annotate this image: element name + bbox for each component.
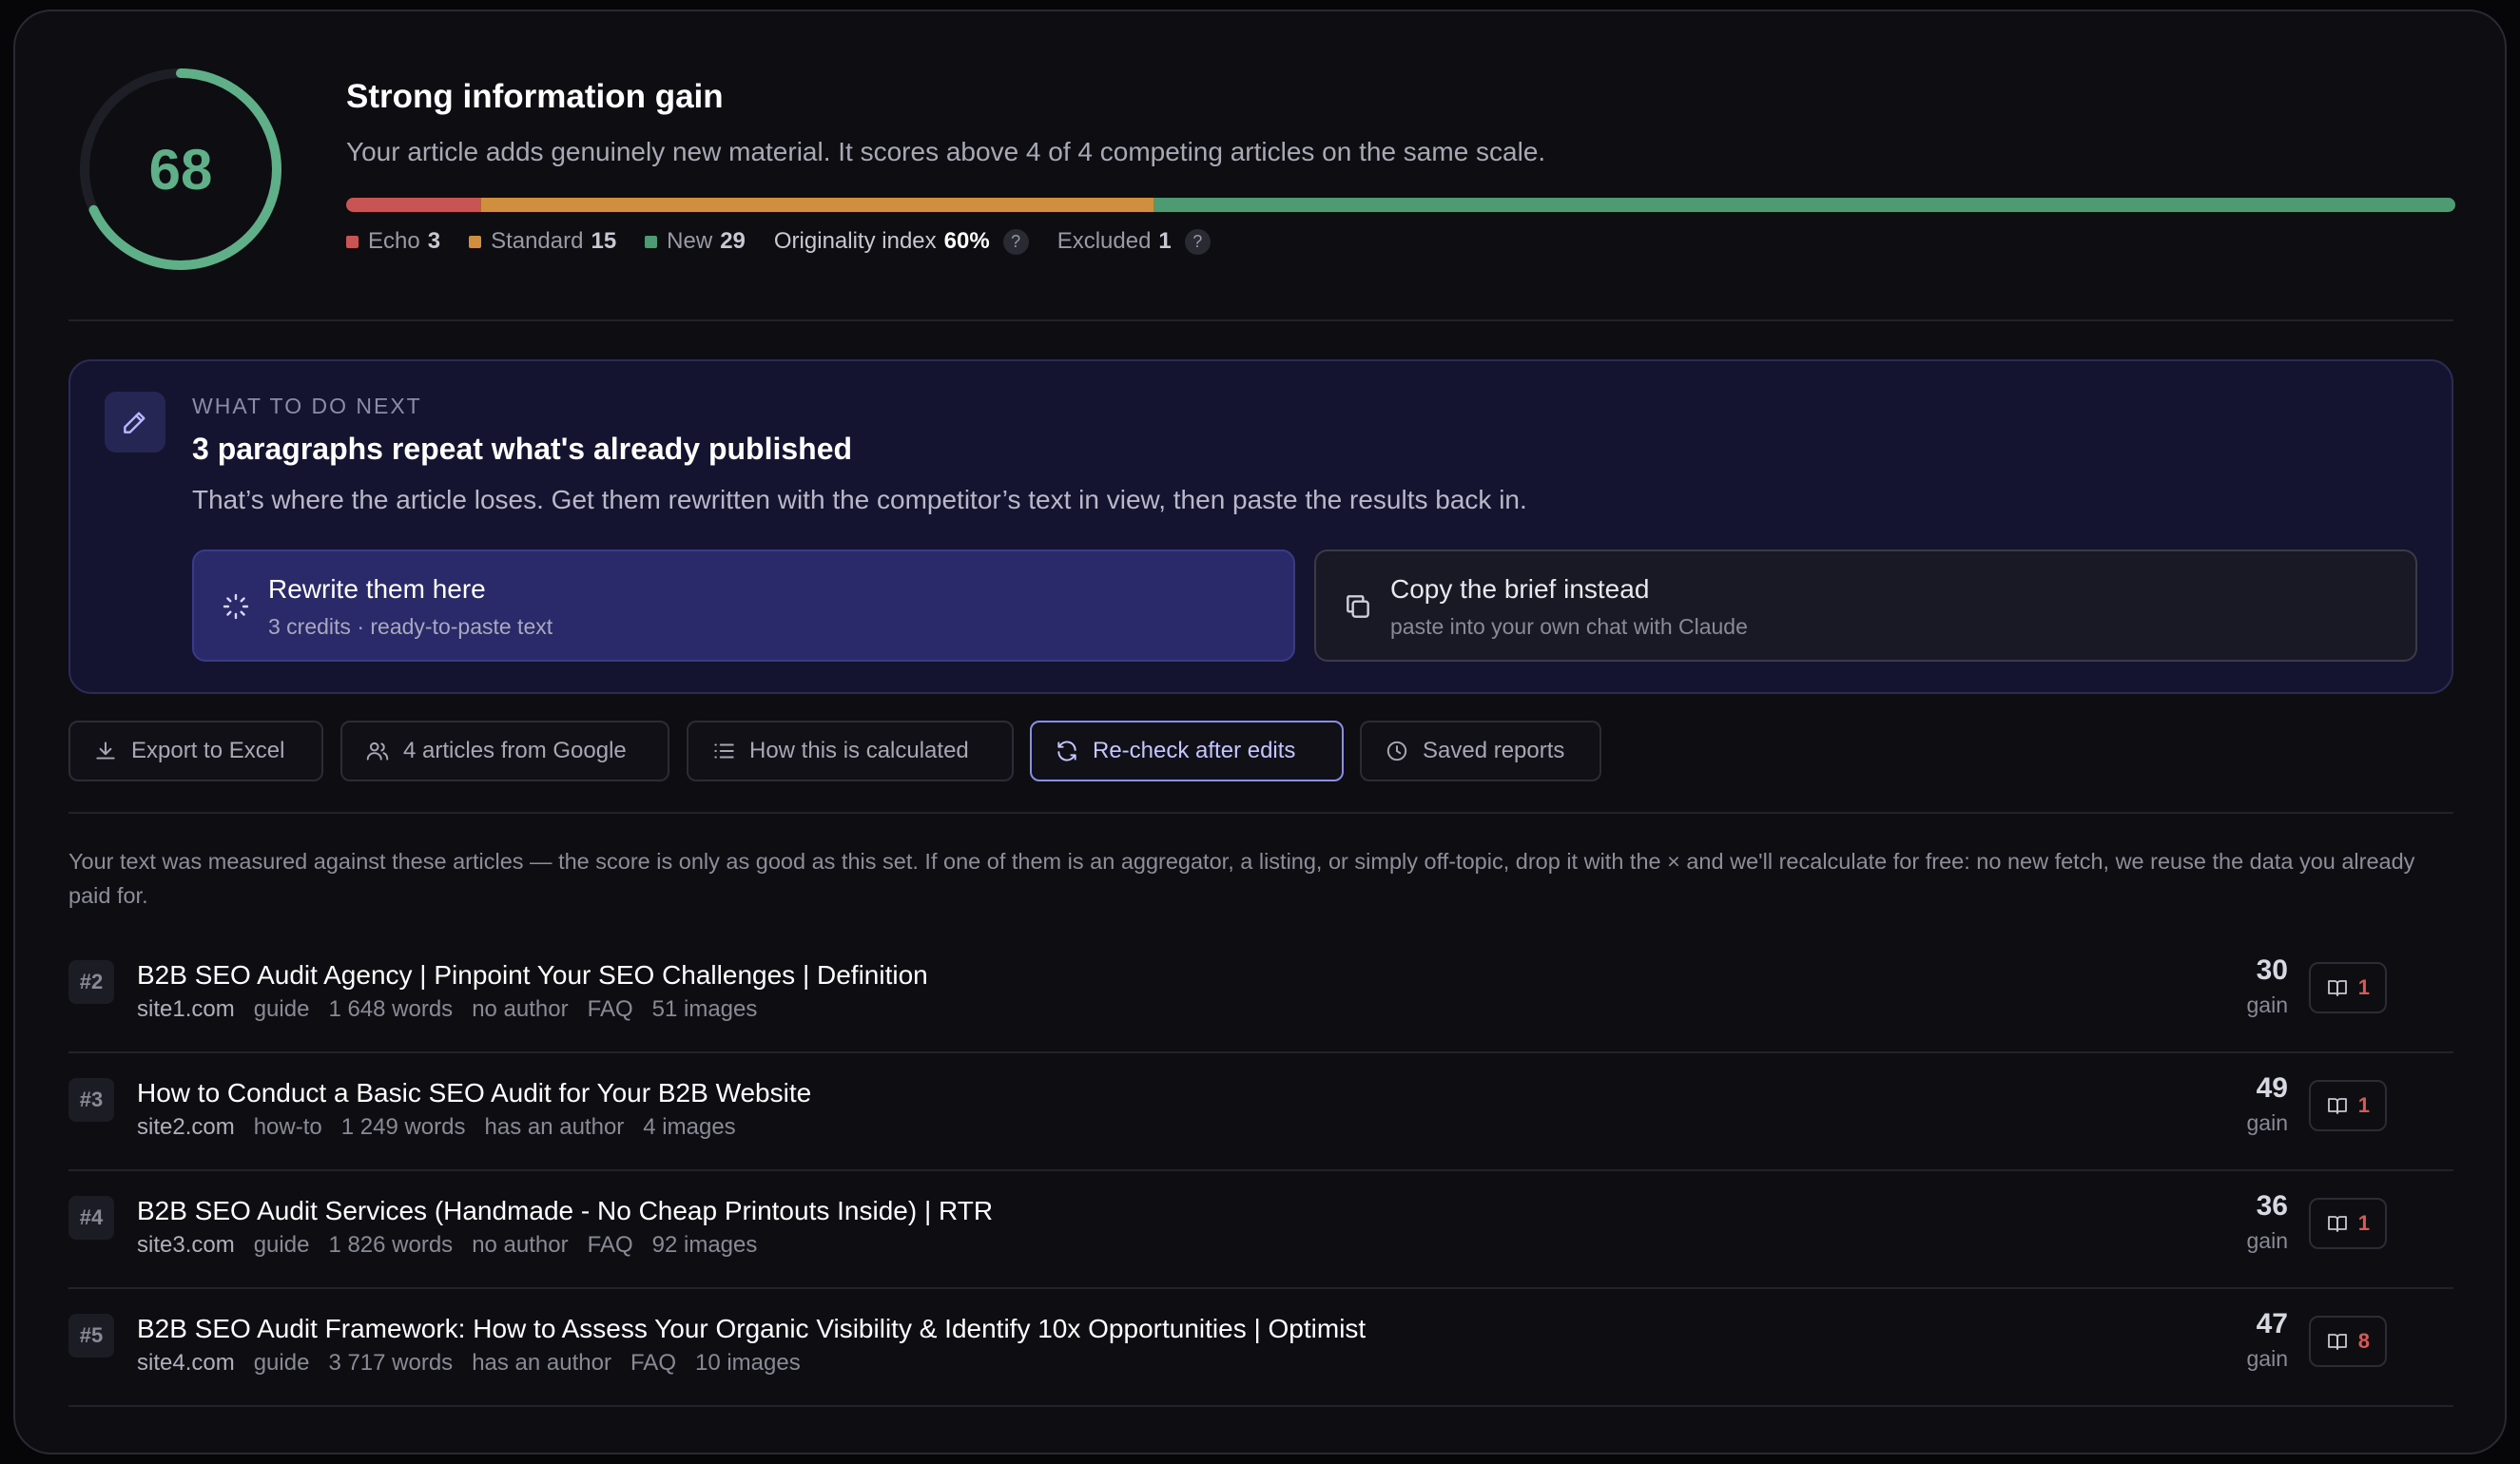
book-icon	[2327, 1098, 2347, 1114]
distribution-segment-standard	[480, 198, 1154, 212]
help-icon[interactable]: ?	[1184, 228, 1211, 255]
distribution-segment-new	[1153, 198, 2455, 212]
article-meta: 1 648 words	[328, 996, 454, 1022]
article-meta: 3 717 words	[328, 1350, 454, 1376]
article-meta: FAQ	[630, 1350, 676, 1376]
article-meta: FAQ	[587, 996, 633, 1022]
article-meta: guide	[253, 996, 310, 1022]
repeat-count-button[interactable]: 1	[2308, 962, 2387, 1013]
new-swatch	[645, 235, 658, 248]
article-row[interactable]: #3 How to Conduct a Basic SEO Audit for Y…	[68, 1065, 2453, 1183]
article-meta-line: site2.com how-to 1 249 words has an author 4…	[137, 1114, 755, 1141]
article-row[interactable]: #5 B2B SEO Audit Framework: How to Assess…	[68, 1300, 2453, 1418]
article-meta: 1 826 words	[328, 1232, 454, 1258]
competitor-set-note: Your text was measured against these art…	[68, 849, 2415, 908]
repeat-count-button[interactable]: 1	[2308, 1198, 2387, 1249]
export-excel-button[interactable]: Export to Excel	[68, 721, 323, 781]
article-gain: 36 gain	[2246, 1190, 2288, 1253]
article-meta-line: site4.com guide 3 717 words has an author FA…	[137, 1350, 820, 1377]
article-meta: guide	[253, 1350, 310, 1376]
book-icon	[2327, 1334, 2347, 1350]
article-site: site1.com	[137, 996, 235, 1022]
rewrite-button[interactable]: Rewrite them here 3 credits · ready-to-p…	[192, 549, 1295, 662]
article-meta: 10 images	[694, 1350, 801, 1376]
legend-new: New 29	[645, 228, 746, 255]
article-title[interactable]: B2B SEO Audit Framework: How to Assess Y…	[137, 1314, 1366, 1344]
next-step-title: 3 paragraphs repeat what's already publi…	[192, 432, 853, 466]
article-meta: 92 images	[651, 1232, 758, 1258]
clock-icon	[1386, 741, 1407, 761]
article-meta: guide	[253, 1232, 310, 1258]
book-icon	[2327, 1216, 2347, 1232]
article-rank: #5	[68, 1314, 114, 1358]
pencil-icon	[105, 392, 165, 453]
row-divider	[68, 1405, 2453, 1407]
standard-swatch	[469, 235, 482, 248]
book-icon	[2327, 980, 2347, 996]
article-gain: 47 gain	[2246, 1308, 2288, 1371]
article-title[interactable]: B2B SEO Audit Services (Handmade - No Ch…	[137, 1196, 993, 1226]
article-meta: how-to	[253, 1114, 322, 1140]
article-row[interactable]: #4 B2B SEO Audit Services (Handmade - No …	[68, 1183, 2453, 1300]
users-icon	[366, 742, 389, 761]
article-meta: has an author	[472, 1350, 611, 1376]
article-site: site4.com	[137, 1350, 235, 1376]
score-summary: Your article adds genuinely new material…	[346, 137, 1546, 166]
distribution-bar	[346, 198, 2455, 212]
article-meta-line: site1.com guide 1 648 words no author FAQ 51 …	[137, 996, 776, 1023]
legend-echo: Echo 3	[346, 228, 440, 255]
copy-icon	[1347, 595, 1369, 618]
article-meta: no author	[472, 996, 569, 1022]
article-meta: no author	[472, 1232, 569, 1258]
copy-brief-button[interactable]: Copy the brief instead paste into your o…	[1314, 549, 2417, 662]
list-icon	[714, 743, 734, 759]
echo-swatch	[346, 235, 359, 248]
row-divider	[68, 1169, 2453, 1171]
divider	[68, 319, 2453, 321]
next-step-description: That’s where the article loses. Get them…	[192, 485, 1527, 514]
help-icon[interactable]: ?	[1002, 228, 1029, 255]
article-meta: FAQ	[587, 1232, 633, 1258]
saved-reports-button[interactable]: Saved reports	[1360, 721, 1601, 781]
how-calculated-button[interactable]: How this is calculated	[687, 721, 1014, 781]
download-icon	[96, 742, 115, 760]
article-meta-line: site3.com guide 1 826 words no author FAQ 92 …	[137, 1232, 776, 1259]
score-value: 68	[148, 137, 213, 202]
repeat-count-button[interactable]: 8	[2308, 1316, 2387, 1367]
next-step-eyebrow: WHAT TO DO NEXT	[192, 394, 422, 418]
spinner-icon	[223, 593, 249, 620]
row-divider	[68, 1051, 2453, 1053]
refresh-icon	[1057, 741, 1076, 761]
repeat-count-button[interactable]: 1	[2308, 1080, 2387, 1131]
article-meta: has an author	[484, 1114, 625, 1140]
article-title[interactable]: B2B SEO Audit Agency | Pinpoint Your SEO…	[137, 960, 928, 991]
article-row[interactable]: #2 B2B SEO Audit Agency | Pinpoint Your S…	[68, 947, 2453, 1065]
article-meta: 4 images	[643, 1114, 736, 1140]
article-site: site3.com	[137, 1232, 235, 1258]
excluded-count: Excluded 1 ?	[1057, 228, 1211, 255]
article-rank: #3	[68, 1078, 114, 1122]
articles-from-google-button[interactable]: 4 articles from Google	[340, 721, 669, 781]
article-gain: 49 gain	[2246, 1072, 2288, 1135]
article-rank: #2	[68, 960, 114, 1004]
article-gain: 30 gain	[2246, 954, 2288, 1017]
originality-index: Originality index 60% ?	[774, 228, 1029, 255]
distribution-legend: Echo 3 Standard 15 New 29 Originality in…	[346, 228, 1239, 255]
legend-standard: Standard 15	[469, 228, 616, 255]
distribution-segment-echo	[346, 198, 481, 212]
article-meta: 51 images	[651, 996, 758, 1022]
recheck-button[interactable]: Re-check after edits	[1030, 721, 1344, 781]
row-divider	[68, 1287, 2453, 1289]
article-title[interactable]: How to Conduct a Basic SEO Audit for You…	[137, 1078, 811, 1108]
article-site: site2.com	[137, 1114, 235, 1140]
page-title: Strong information gain	[346, 78, 724, 115]
divider	[68, 812, 2453, 814]
article-meta: 1 249 words	[340, 1114, 466, 1140]
article-rank: #4	[68, 1196, 114, 1240]
